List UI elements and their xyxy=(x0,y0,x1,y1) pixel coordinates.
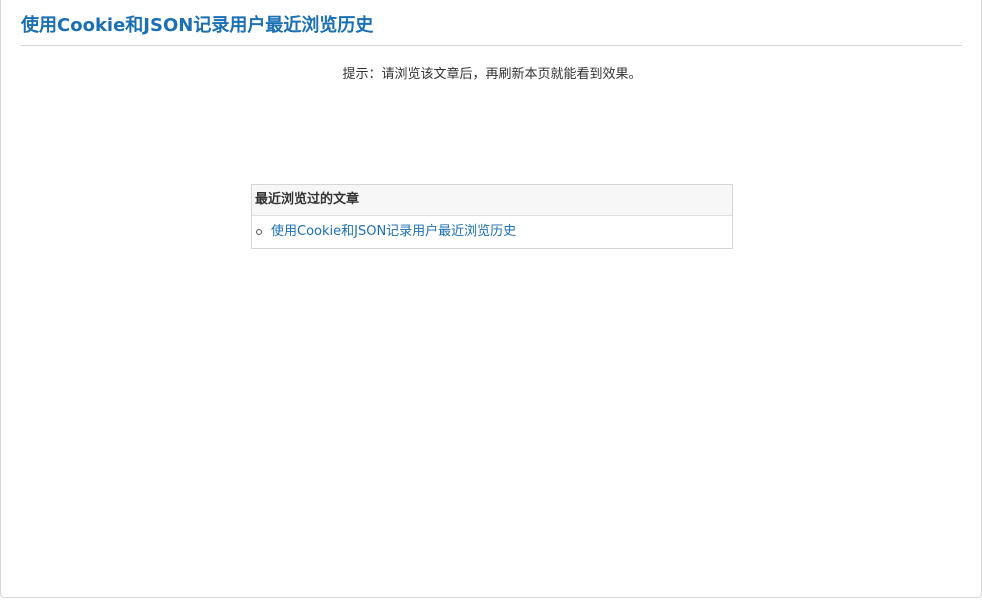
page-title: 使用Cookie和JSON记录用户最近浏览历史 xyxy=(21,15,374,36)
recent-history-heading: 最近浏览过的文章 xyxy=(252,185,732,216)
page-frame: 使用Cookie和JSON记录用户最近浏览历史 提示：请浏览该文章后，再刷新本页… xyxy=(0,0,982,598)
history-article-link[interactable]: 使用Cookie和JSON记录用户最近浏览历史 xyxy=(271,224,516,239)
list-item: 使用Cookie和JSON记录用户最近浏览历史 xyxy=(252,216,732,248)
circle-bullet-icon xyxy=(256,229,262,235)
recent-history-panel: 最近浏览过的文章 使用Cookie和JSON记录用户最近浏览历史 xyxy=(251,184,733,249)
recent-history-list: 使用Cookie和JSON记录用户最近浏览历史 xyxy=(252,216,732,248)
hint-text: 提示：请浏览该文章后，再刷新本页就能看到效果。 xyxy=(342,67,642,82)
